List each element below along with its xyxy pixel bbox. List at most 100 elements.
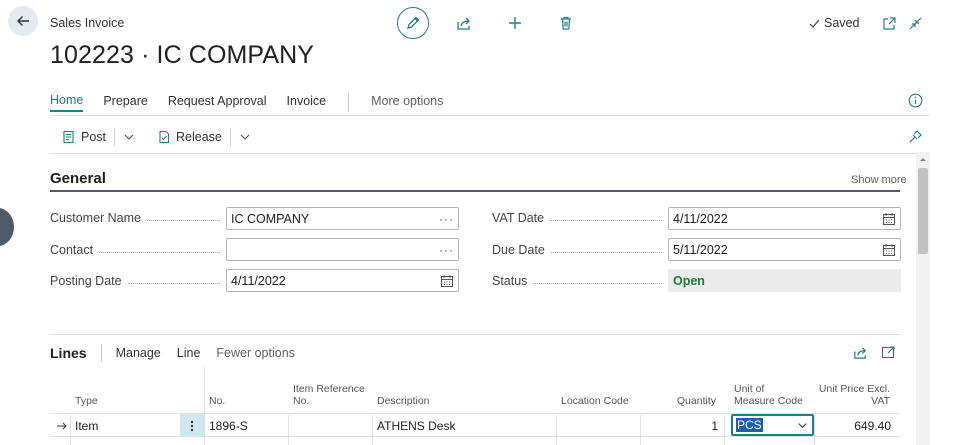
release-button[interactable]: Release	[157, 130, 222, 144]
share-icon	[456, 15, 472, 31]
col-header-no[interactable]: No.	[209, 395, 225, 407]
more-options-link[interactable]: More options	[371, 94, 443, 111]
col-header-item-reference[interactable]: Item Reference No.	[293, 383, 365, 407]
posting-date-label: Posting Date	[50, 274, 226, 288]
lines-table: Type No. Item Reference No. Description L…	[50, 366, 900, 445]
open-new-window-button[interactable]	[880, 14, 898, 32]
ellipsis-icon[interactable]: ···	[439, 243, 454, 257]
divider	[50, 153, 916, 154]
uom-select[interactable]: PCS	[731, 414, 814, 436]
cell-unit-price[interactable]: 649.40	[816, 414, 891, 437]
due-date-field[interactable]: 5/11/2022	[668, 238, 901, 261]
lines-tab-line[interactable]: Line	[177, 346, 201, 360]
scrollbar-thumb[interactable]	[918, 168, 928, 254]
contact-field[interactable]: ···	[226, 238, 459, 261]
calendar-icon[interactable]	[882, 243, 896, 257]
action-bar: Post Release	[50, 121, 900, 153]
release-label: Release	[176, 130, 222, 144]
breadcrumb: Sales Invoice	[50, 16, 125, 30]
saved-status: Saved	[808, 16, 859, 30]
show-more-link[interactable]: Show more	[851, 174, 907, 186]
tab-home[interactable]: Home	[50, 93, 84, 112]
release-icon	[157, 130, 171, 144]
new-button[interactable]	[505, 13, 525, 33]
chevron-down-icon	[239, 131, 251, 143]
fewer-options-link[interactable]: Fewer options	[216, 346, 295, 360]
col-header-type[interactable]: Type	[75, 395, 98, 407]
arrow-left-icon	[15, 13, 31, 29]
ellipsis-icon[interactable]: ···	[439, 212, 454, 226]
edit-button[interactable]	[397, 7, 429, 39]
tab-request-approval[interactable]: Request Approval	[168, 94, 267, 111]
scroll-up-icon[interactable]	[918, 155, 928, 163]
calendar-icon[interactable]	[440, 274, 454, 288]
lines-tab-manage[interactable]: Manage	[116, 346, 161, 360]
row-indicator-icon	[56, 414, 68, 437]
info-button[interactable]	[907, 92, 924, 109]
customer-name-field[interactable]: IC COMPANY ···	[226, 207, 459, 230]
cell-type[interactable]: Item	[75, 414, 98, 437]
tab-prepare[interactable]: Prepare	[103, 94, 147, 111]
table-row[interactable]: Item 1896-S ATHENS Desk 1 PCS 649.40	[50, 414, 900, 437]
col-header-location-code[interactable]: Location Code	[561, 395, 629, 407]
open-new-window-icon	[881, 345, 896, 360]
col-header-description[interactable]: Description	[377, 395, 430, 407]
row-menu-button[interactable]	[180, 414, 204, 437]
status-value: Open	[668, 269, 901, 292]
due-date-label: Due Date	[492, 243, 668, 257]
pencil-icon	[405, 15, 421, 31]
share-button[interactable]	[454, 13, 474, 33]
side-avatar	[0, 208, 14, 246]
post-button[interactable]: Post	[62, 130, 106, 144]
saved-label: Saved	[824, 16, 860, 30]
lines-header: Lines Manage Line Fewer options	[50, 344, 311, 362]
vat-date-field[interactable]: 4/11/2022	[668, 207, 901, 230]
lines-expand-button[interactable]	[879, 343, 897, 361]
chevron-down-icon	[797, 420, 808, 431]
vat-date-label: VAT Date	[492, 211, 668, 225]
col-header-quantity[interactable]: Quantity	[650, 395, 716, 407]
release-dropdown-button[interactable]	[239, 131, 251, 143]
tab-invoice[interactable]: Invoice	[287, 94, 327, 111]
general-section-title: General	[50, 170, 106, 187]
divider	[50, 115, 930, 116]
lines-title: Lines	[50, 345, 87, 361]
info-icon	[908, 93, 923, 108]
customer-name-label: Customer Name	[50, 211, 226, 225]
section-divider	[50, 190, 900, 192]
col-header-unit-price[interactable]: Unit Price Excl. VAT	[816, 383, 890, 407]
chevron-down-icon	[123, 131, 135, 143]
action-tabs: Home Prepare Request Approval Invoice Mo…	[50, 93, 463, 112]
open-new-window-icon	[882, 16, 897, 31]
uom-value: PCS	[736, 418, 763, 432]
plus-icon	[507, 15, 523, 31]
post-dropdown-button[interactable]	[123, 131, 135, 143]
status-label: Status	[492, 274, 668, 288]
lines-share-button[interactable]	[851, 343, 869, 361]
divider	[50, 334, 900, 335]
cell-no[interactable]: 1896-S	[209, 414, 248, 437]
posting-date-field[interactable]: 4/11/2022	[226, 269, 459, 292]
collapse-icon	[908, 16, 923, 31]
post-label: Post	[81, 130, 107, 144]
col-header-unit-of-measure[interactable]: Unit of Measure Code	[734, 383, 803, 407]
checkmark-icon	[808, 17, 821, 30]
tab-separator	[348, 93, 350, 112]
action-separator	[114, 128, 116, 146]
post-icon	[62, 130, 76, 144]
page-title: 102223 · IC COMPANY	[50, 41, 315, 69]
cell-quantity[interactable]: 1	[650, 414, 718, 437]
back-button[interactable]	[8, 6, 38, 36]
lines-separator	[100, 344, 102, 362]
action-separator	[229, 128, 231, 146]
calendar-icon[interactable]	[882, 212, 896, 226]
pin-button[interactable]	[906, 127, 924, 145]
trash-icon	[558, 15, 574, 31]
contact-label: Contact	[50, 243, 226, 257]
share-icon	[853, 345, 868, 360]
cell-description[interactable]: ATHENS Desk	[377, 414, 455, 437]
delete-button[interactable]	[556, 13, 576, 33]
pin-icon	[908, 129, 923, 144]
more-vertical-icon	[190, 420, 194, 432]
collapse-button[interactable]	[906, 14, 924, 32]
